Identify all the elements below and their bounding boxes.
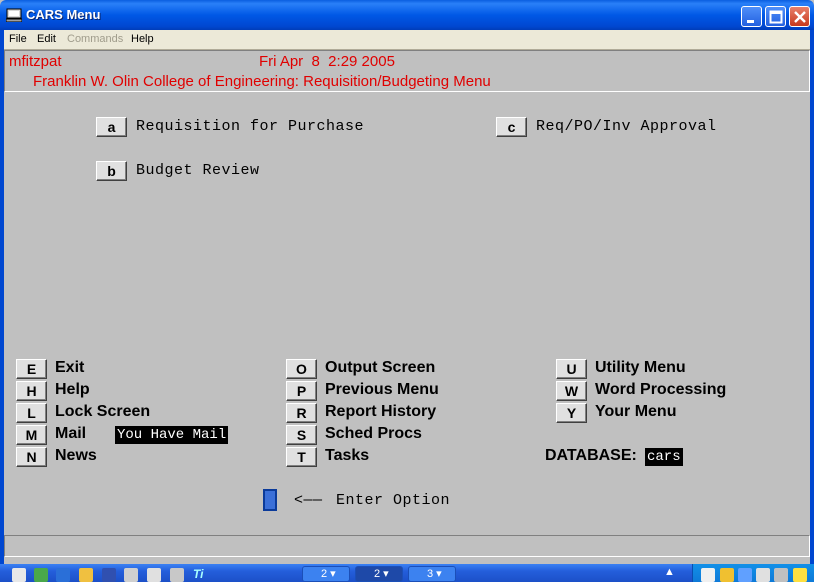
taskbar-group-1-count: 2 xyxy=(321,568,328,580)
cmd-mail-key[interactable]: M xyxy=(16,425,47,445)
cmd-utility-key[interactable]: U xyxy=(556,359,587,379)
quicklaunch-tool-icon[interactable] xyxy=(124,568,138,582)
cmd-report-key[interactable]: R xyxy=(286,403,317,423)
cmd-exit-label: Exit xyxy=(55,359,85,376)
cmd-lock-label: Lock Screen xyxy=(55,403,151,420)
option-b-key[interactable]: b xyxy=(96,161,127,181)
taskbar-group-3-count: 3 xyxy=(427,568,434,580)
menu-commands[interactable]: Commands xyxy=(67,33,123,45)
tray-network-icon[interactable] xyxy=(738,568,752,582)
cmd-help-label: Help xyxy=(55,381,90,398)
option-a-label: Requisition for Purchase xyxy=(136,118,365,135)
quicklaunch-ti-icon[interactable]: Ti xyxy=(193,567,203,581)
header-panel: mfitzpat Fri Apr 8 2:29 2005 Franklin W.… xyxy=(4,50,810,92)
quicklaunch-clock-icon[interactable] xyxy=(79,568,93,582)
quicklaunch-desktop-icon[interactable] xyxy=(12,568,26,582)
taskbar-group-1[interactable]: 2 ▾ xyxy=(302,566,350,582)
option-c-label: Req/PO/Inv Approval xyxy=(536,118,717,135)
menu-help[interactable]: Help xyxy=(131,33,154,45)
taskbar-group-2-count: 2 xyxy=(374,568,381,580)
menu-subtitle: Franklin W. Olin College of Engineering:… xyxy=(33,73,491,90)
prompt-arrow: <—— xyxy=(294,492,323,509)
cmd-news-key[interactable]: N xyxy=(16,447,47,467)
option-b-label: Budget Review xyxy=(136,162,260,179)
username: mfitzpat xyxy=(9,53,62,70)
taskbar: Ti 2 ▾ 2 ▾ 3 ▾ ▲ xyxy=(0,564,814,582)
cmd-tasks-label: Tasks xyxy=(325,447,370,464)
cmd-report-label: Report History xyxy=(325,403,437,420)
mail-notice: You Have Mail xyxy=(115,426,229,444)
datetime: Fri Apr 8 2:29 2005 xyxy=(259,53,395,70)
tray-warning-icon[interactable] xyxy=(793,568,807,582)
taskbar-group-3[interactable]: 3 ▾ xyxy=(408,566,456,582)
quicklaunch-settings-icon[interactable] xyxy=(170,568,184,582)
cmd-sched-label: Sched Procs xyxy=(325,425,422,442)
close-button[interactable] xyxy=(789,6,810,27)
menu-edit[interactable]: Edit xyxy=(37,33,56,45)
cmd-yourmenu-key[interactable]: Y xyxy=(556,403,587,423)
cmd-mail-label: Mail xyxy=(55,425,87,442)
minimize-button[interactable] xyxy=(741,6,762,27)
maximize-button[interactable] xyxy=(765,6,786,27)
cmd-sched-key[interactable]: S xyxy=(286,425,317,445)
cmd-exit-key[interactable]: E xyxy=(16,359,47,379)
tray-help-icon[interactable] xyxy=(756,568,770,582)
option-input[interactable] xyxy=(263,489,277,511)
tray-phone-icon[interactable] xyxy=(701,568,715,582)
option-a-key[interactable]: a xyxy=(96,117,127,137)
prompt-text: Enter Option xyxy=(336,492,451,509)
cmd-output-label: Output Screen xyxy=(325,359,436,376)
status-bar xyxy=(4,535,810,557)
tray-tool-icon[interactable] xyxy=(774,568,788,582)
window-frame-right xyxy=(810,30,814,568)
cmd-utility-label: Utility Menu xyxy=(595,359,686,376)
cmd-word-label: Word Processing xyxy=(595,381,727,398)
system-tray xyxy=(692,564,814,582)
cmd-lock-key[interactable]: L xyxy=(16,403,47,423)
database-label: DATABASE: xyxy=(545,447,637,464)
cmd-news-label: News xyxy=(55,447,97,464)
option-c-key[interactable]: c xyxy=(496,117,527,137)
cmd-word-key[interactable]: W xyxy=(556,381,587,401)
window-title: CARS Menu xyxy=(26,7,101,22)
quicklaunch-word-icon[interactable] xyxy=(102,568,116,582)
cmd-previous-label: Previous Menu xyxy=(325,381,439,398)
menu-file[interactable]: File xyxy=(9,33,27,45)
cmd-tasks-key[interactable]: T xyxy=(286,447,317,467)
tray-clock-icon[interactable] xyxy=(720,568,734,582)
quicklaunch-ie-icon[interactable] xyxy=(56,568,70,582)
tray-expand-icon[interactable]: ▲ xyxy=(664,566,675,578)
app-icon xyxy=(5,8,23,23)
cmd-yourmenu-label: Your Menu xyxy=(595,403,677,420)
quicklaunch-app-icon[interactable] xyxy=(34,568,48,582)
quicklaunch-media-icon[interactable] xyxy=(147,568,161,582)
cmd-help-key[interactable]: H xyxy=(16,381,47,401)
taskbar-group-2[interactable]: 2 ▾ xyxy=(355,566,403,582)
menu-content: a Requisition for Purchase b Budget Revi… xyxy=(4,92,810,532)
title-bar[interactable]: CARS Menu xyxy=(0,0,814,30)
cmd-output-key[interactable]: O xyxy=(286,359,317,379)
cmd-previous-key[interactable]: P xyxy=(286,381,317,401)
database-value: cars xyxy=(645,448,683,466)
menu-bar: File Edit Commands Help xyxy=(4,30,810,50)
